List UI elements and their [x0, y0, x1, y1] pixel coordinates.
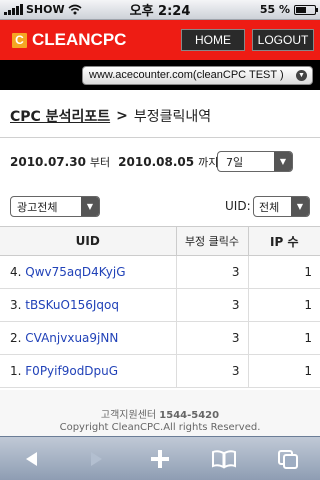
uid-link[interactable]: tBSKuO156Jqoq — [25, 298, 119, 312]
row-index: 4. — [10, 265, 22, 279]
uid-filter-select[interactable]: 전체 ▼ — [253, 196, 310, 217]
logo-mark-icon: C — [12, 32, 27, 48]
period-select-value: 7일 — [226, 155, 244, 169]
support-phone[interactable]: 1544-5420 — [159, 410, 219, 421]
pages-icon — [278, 449, 298, 469]
clicks-cell: 3 — [176, 354, 249, 388]
status-left: SHOW — [4, 3, 82, 16]
site-select[interactable]: www.acecounter.com(cleanCPC TEST ) ▼ — [82, 65, 313, 85]
wifi-icon — [68, 4, 82, 15]
table-row: 2. CVAnjvxua9jNN 3 1 — [0, 321, 320, 355]
clicks-cell: 3 — [176, 255, 249, 289]
chevron-down-icon: ▼ — [81, 197, 99, 216]
end-date-suffix: 까지 — [198, 156, 219, 169]
site-select-value: www.acecounter.com(cleanCPC TEST ) — [89, 69, 284, 81]
fraud-click-table: UID 부정 클릭수 IP 수 4. Qwv75aqD4KyjG 3 1 3. … — [0, 226, 320, 388]
table-header-row: UID 부정 클릭수 IP 수 — [0, 226, 320, 256]
browser-toolbar — [0, 436, 320, 480]
column-header-uid: UID — [0, 226, 177, 256]
chevron-down-icon: ▼ — [296, 69, 307, 81]
support-label: 고객지원센터 — [100, 410, 157, 421]
header-nav: HOME LOGOUT — [181, 29, 314, 51]
uid-link[interactable]: CVAnjvxua9jNN — [25, 331, 118, 345]
ip-cell: 1 — [248, 354, 320, 388]
battery-icon — [294, 4, 318, 15]
clicks-cell: 3 — [176, 321, 249, 355]
breadcrumb-parent-link[interactable]: CPC 분석리포트 — [10, 106, 110, 126]
battery-percent: 55 % — [259, 3, 290, 16]
signal-icon — [4, 4, 23, 15]
breadcrumb: CPC 분석리포트 > 부정클릭내역 — [10, 106, 211, 126]
breadcrumb-separator: > — [116, 108, 128, 124]
status-bar: SHOW 오후 2:24 55 % — [0, 0, 320, 20]
date-range: 2010.07.30 부터 2010.08.05 까지 — [10, 152, 226, 172]
home-button[interactable]: HOME — [181, 29, 245, 51]
uid-link[interactable]: F0Pyif9odDpuG — [25, 364, 118, 378]
back-button[interactable] — [12, 441, 52, 477]
uid-filter-value: 전체 — [259, 200, 280, 214]
support-line: 고객지원센터 1544-5420 — [0, 410, 320, 422]
add-bookmark-button[interactable] — [140, 441, 180, 477]
uid-link[interactable]: Qwv75aqD4KyjG — [25, 265, 125, 279]
chevron-down-icon: ▼ — [291, 197, 309, 216]
start-date: 2010.07.30 — [10, 155, 86, 169]
uid-filter-label: UID: — [225, 199, 251, 213]
end-date: 2010.08.05 — [118, 155, 195, 169]
clicks-cell: 3 — [176, 288, 249, 322]
forward-button[interactable] — [76, 441, 116, 477]
ad-filter-select[interactable]: 광고전체 ▼ — [10, 196, 100, 217]
logo[interactable]: C CLEANCPC — [12, 30, 126, 50]
row-index: 1. — [10, 364, 22, 378]
period-select[interactable]: 7일 ▼ — [217, 151, 293, 172]
table-row: 3. tBSKuO156Jqoq 3 1 — [0, 288, 320, 322]
open-book-icon — [212, 449, 236, 469]
divider — [0, 137, 320, 138]
site-bar: www.acecounter.com(cleanCPC TEST ) ▼ — [0, 60, 320, 90]
page-title: 부정클릭내역 — [133, 109, 212, 125]
table-row: 1. F0Pyif9odDpuG 3 1 — [0, 354, 320, 388]
ip-cell: 1 — [248, 288, 320, 322]
carrier-name: SHOW — [26, 3, 65, 16]
plus-icon — [151, 449, 169, 468]
footer: 고객지원센터 1544-5420 Copyright CleanCPC.All … — [0, 390, 320, 436]
pages-button[interactable] — [268, 441, 308, 477]
column-header-clicks: 부정 클릭수 — [176, 226, 249, 256]
ip-cell: 1 — [248, 255, 320, 289]
uid-cell: 3. tBSKuO156Jqoq — [0, 288, 177, 322]
forward-arrow-icon — [91, 451, 102, 466]
row-index: 2. — [10, 331, 22, 345]
copyright: Copyright CleanCPC.All rights Reserved. — [59, 422, 261, 433]
table-row: 4. Qwv75aqD4KyjG 3 1 — [0, 255, 320, 289]
column-header-ip: IP 수 — [248, 226, 320, 256]
row-index: 3. — [10, 298, 22, 312]
logo-text: CLEANCPC — [32, 30, 127, 49]
chevron-down-icon: ▼ — [274, 152, 292, 171]
bookmarks-button[interactable] — [204, 441, 244, 477]
app-header: C CLEANCPC HOME LOGOUT — [0, 20, 320, 60]
ip-cell: 1 — [248, 321, 320, 355]
status-right: 55 % — [259, 3, 318, 16]
uid-cell: 1. F0Pyif9odDpuG — [0, 354, 177, 388]
ad-filter-value: 광고전체 — [17, 200, 58, 214]
logout-button[interactable]: LOGOUT — [252, 29, 314, 51]
start-date-suffix: 부터 — [89, 156, 111, 169]
uid-cell: 2. CVAnjvxua9jNN — [0, 321, 177, 355]
uid-cell: 4. Qwv75aqD4KyjG — [0, 255, 177, 289]
back-arrow-icon — [26, 451, 37, 466]
